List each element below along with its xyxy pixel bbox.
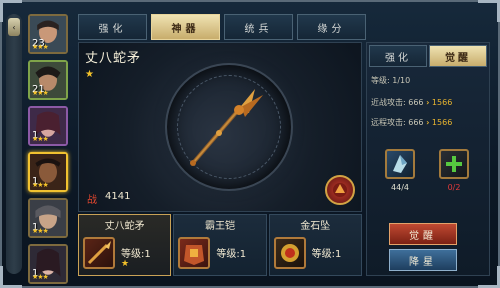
tab-artifact[interactable]: 神器: [151, 14, 220, 40]
combat-power-icon: 战: [87, 195, 97, 206]
equipment-level: 等级:1: [121, 249, 151, 260]
hero-portrait-5[interactable]: 1 ★★★: [28, 198, 68, 238]
weapon-star-icon: ★: [85, 69, 94, 80]
combat-power-value: 4141: [105, 191, 131, 202]
ranged-attack-stat: 远程攻击: 666 › 1566: [371, 117, 452, 128]
hero-stars: ★★★: [32, 181, 49, 189]
arrow-right-icon: ›: [426, 118, 430, 127]
game-window: ‹ 23 ★★★ 21 ★★★ 1 ★★★ 1 ★★★ 1 ★★★ 1 ★★★ …: [0, 0, 500, 288]
equipment-level: 等级:1: [311, 249, 342, 260]
artifact-info-button[interactable]: [325, 175, 355, 205]
equipment-list: 丈八蛇矛 等级:1 ★ 霸王铠 等级:1 金石坠 等级:1: [78, 214, 362, 276]
armor-icon: [178, 237, 211, 269]
sub-tabs: 强化 觉醒: [369, 45, 487, 67]
hero-portrait-3[interactable]: 1 ★★★: [28, 106, 68, 146]
material-slot-1[interactable]: [385, 149, 415, 179]
hero-list-scrollbar[interactable]: ‹: [6, 14, 22, 274]
hero-stars: ★★★: [32, 273, 49, 281]
corner-ornament: [478, 0, 500, 22]
tab-fate[interactable]: 缘分: [297, 14, 366, 40]
stat-next: 1566: [431, 98, 453, 107]
hero-portrait-2[interactable]: 21 ★★★: [28, 60, 68, 100]
rider-icon: [333, 183, 347, 197]
hero-list: 23 ★★★ 21 ★★★ 1 ★★★ 1 ★★★ 1 ★★★ 1 ★★★: [28, 14, 72, 288]
main-tabs: 强化 神器 统兵 缘分: [78, 14, 366, 40]
equipment-slot-1-selected[interactable]: 丈八蛇矛 等级:1 ★: [78, 214, 172, 276]
material-count: 44/4: [391, 183, 409, 192]
hero-portrait-1[interactable]: 23 ★★★: [28, 14, 68, 54]
tab-sub-strengthen[interactable]: 强化: [369, 45, 427, 67]
stat-label: 近战攻击:: [371, 98, 406, 107]
arrow-right-icon: ›: [426, 98, 430, 107]
material-count: 0/2: [447, 183, 461, 192]
hero-stars: ★★★: [32, 227, 49, 235]
equipment-name: 霸王铠: [204, 221, 235, 232]
stat-current: 666: [408, 98, 424, 107]
weapon-name: 丈八蛇矛: [85, 51, 142, 66]
hero-portrait-4-selected[interactable]: 1 ★★★: [28, 152, 68, 192]
tab-command[interactable]: 统兵: [224, 14, 293, 40]
material-slot-2[interactable]: [439, 149, 469, 179]
hero-portrait-6[interactable]: 1 ★★★: [28, 244, 68, 284]
artifact-display: 丈八蛇矛 ★ 战 4141: [78, 42, 362, 212]
awaken-level: 等级: 1/10: [371, 76, 411, 85]
downgrade-star-button[interactable]: 降星: [389, 249, 457, 271]
hero-stars: ★★★: [32, 89, 49, 97]
spear-icon: [83, 237, 115, 269]
equipment-level: 等级:1: [216, 249, 247, 260]
crystal-icon: [393, 155, 407, 173]
hero-stars: ★★★: [32, 43, 49, 51]
equipment-slot-3[interactable]: 金石坠 等级:1: [268, 214, 362, 276]
equipment-slot-2[interactable]: 霸王铠 等级:1: [173, 214, 267, 276]
pendant-icon: [273, 237, 306, 269]
stat-current: 666: [408, 118, 424, 127]
equipment-name: 金石坠: [300, 221, 331, 232]
stat-next: 1566: [431, 118, 453, 127]
equipment-star-icon: ★: [121, 259, 130, 269]
awakening-panel: 强化 觉醒 等级: 1/10 近战攻击: 666 › 1566 远程攻击: 66…: [366, 42, 490, 276]
awaken-button[interactable]: 觉醒: [389, 223, 457, 245]
equipment-name: 丈八蛇矛: [104, 221, 145, 232]
tab-awaken[interactable]: 觉醒: [429, 45, 487, 67]
hero-stars: ★★★: [32, 135, 49, 143]
collapse-arrow-icon[interactable]: ‹: [8, 18, 20, 36]
spear-icon: [190, 89, 263, 166]
tab-strengthen[interactable]: 强化: [78, 14, 147, 40]
plus-icon: [446, 156, 462, 172]
stat-label: 远程攻击:: [371, 118, 406, 127]
melee-attack-stat: 近战攻击: 666 › 1566: [371, 97, 452, 108]
